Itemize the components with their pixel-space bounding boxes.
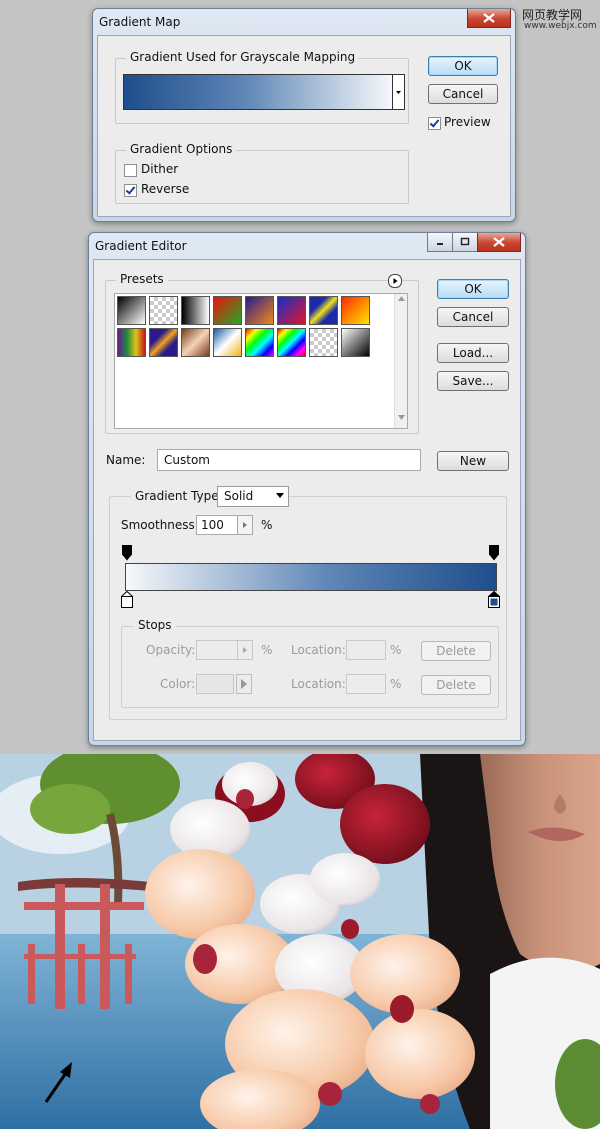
gradient-type-value: Solid — [224, 489, 254, 503]
load-button[interactable]: Load... — [437, 343, 509, 363]
scroll-up-icon — [398, 296, 405, 301]
collage-photo — [0, 754, 600, 1129]
preset-swatch[interactable] — [245, 328, 274, 357]
close-button[interactable] — [477, 233, 521, 252]
opacity-label: Opacity: — [146, 643, 196, 657]
stops-label: Stops — [134, 618, 176, 632]
preset-swatch[interactable] — [181, 296, 210, 325]
gradient-map-client: Gradient Used for Grayscale Mapping Grad… — [97, 35, 511, 217]
gradient-bar[interactable] — [125, 563, 497, 591]
gradient-options-label: Gradient Options — [126, 142, 237, 156]
scroll-down-icon — [398, 415, 405, 420]
preset-swatch[interactable] — [149, 296, 178, 325]
presets-list — [114, 293, 408, 429]
reverse-label: Reverse — [141, 182, 190, 196]
preset-swatch[interactable] — [117, 328, 146, 357]
opacity-stepper[interactable] — [237, 640, 253, 660]
minimize-button[interactable] — [427, 233, 453, 252]
color-label: Color: — [160, 677, 196, 691]
gradient-type-select[interactable]: Solid — [217, 486, 289, 507]
gradient-map-window: Gradient Map Gradient Used for Grayscale… — [92, 8, 516, 222]
ok-button[interactable]: OK — [437, 279, 509, 299]
reverse-checkbox[interactable] — [124, 184, 137, 197]
opacity-location-label: Location: — [291, 643, 346, 657]
close-button[interactable] — [467, 9, 511, 28]
opacity-location-input[interactable] — [346, 640, 386, 660]
preset-swatch[interactable] — [213, 328, 242, 357]
opacity-stop-left[interactable] — [122, 545, 132, 561]
chevron-down-icon — [396, 91, 401, 94]
cancel-button[interactable]: Cancel — [428, 84, 498, 104]
preset-swatch[interactable] — [341, 328, 370, 357]
smoothness-percent: % — [261, 518, 273, 532]
minimize-icon — [437, 243, 443, 245]
gradient-preview[interactable] — [123, 74, 393, 110]
color-swatch-menu[interactable] — [236, 674, 252, 694]
preview-checkbox[interactable] — [428, 117, 441, 130]
preset-swatch[interactable] — [149, 328, 178, 357]
gradient-type-label: Gradient Type: — [131, 489, 227, 503]
preset-swatch[interactable] — [245, 296, 274, 325]
preset-swatch[interactable] — [181, 328, 210, 357]
dither-label: Dither — [141, 162, 179, 176]
name-input[interactable]: Custom — [157, 449, 421, 471]
presets-group: Presets — [105, 272, 419, 434]
arrow-right-icon — [243, 522, 247, 528]
color-location-label: Location: — [291, 677, 346, 691]
preset-swatch[interactable] — [309, 296, 338, 325]
chevron-down-icon — [276, 493, 284, 498]
gradient-type-group: Gradient Type: Solid Smoothness: 100 % S… — [109, 486, 507, 720]
cancel-button[interactable]: Cancel — [437, 307, 509, 327]
gradient-dropdown-button[interactable] — [393, 74, 405, 110]
arrow-right-icon — [243, 647, 247, 653]
preset-swatch[interactable] — [277, 296, 306, 325]
color-stop-right[interactable] — [488, 591, 500, 608]
delete-color-stop-button[interactable]: Delete — [421, 675, 491, 695]
color-location-input[interactable] — [346, 674, 386, 694]
opacity-percent: % — [261, 643, 273, 657]
gradient-map-title: Gradient Map — [99, 15, 181, 29]
arrow-right-icon — [241, 679, 247, 689]
close-icon — [493, 237, 505, 247]
opacity-input[interactable] — [196, 640, 238, 660]
preset-swatch[interactable] — [213, 296, 242, 325]
color-swatch[interactable] — [196, 674, 234, 694]
preset-swatch[interactable] — [341, 296, 370, 325]
gradient-options-group: Gradient Options Dither Reverse — [115, 142, 409, 204]
opacity-location-percent: % — [390, 643, 402, 657]
smoothness-input[interactable]: 100 — [196, 515, 238, 535]
gradient-editor-client: Presets OK Cancel Load... Save... Name: … — [93, 259, 521, 741]
preset-swatch[interactable] — [309, 328, 338, 357]
presets-scrollbar[interactable] — [394, 294, 407, 428]
delete-opacity-stop-button[interactable]: Delete — [421, 641, 491, 661]
preset-swatch[interactable] — [277, 328, 306, 357]
gradient-editor-window: Gradient Editor Presets OK Cancel Load..… — [88, 232, 526, 746]
gradient-group: Gradient Used for Grayscale Mapping — [115, 50, 409, 124]
collage-image — [0, 754, 600, 1129]
arrow-right-icon — [393, 278, 398, 284]
preset-swatch[interactable] — [117, 296, 146, 325]
stops-group: Stops Opacity: % Location: % Delete Colo… — [121, 618, 499, 708]
new-button[interactable]: New — [437, 451, 509, 471]
name-label: Name: — [106, 453, 146, 467]
smoothness-label: Smoothness: — [121, 518, 199, 532]
maximize-icon — [460, 237, 470, 246]
gradient-group-label: Gradient Used for Grayscale Mapping — [126, 50, 360, 64]
preview-label: Preview — [444, 115, 491, 129]
close-icon — [483, 13, 495, 23]
presets-label: Presets — [116, 272, 168, 286]
watermark-line2: www.webjx.com — [524, 21, 597, 31]
color-stop-left[interactable] — [121, 591, 133, 608]
maximize-button[interactable] — [452, 233, 478, 252]
gradient-editor-title: Gradient Editor — [95, 239, 187, 253]
color-location-percent: % — [390, 677, 402, 691]
smoothness-stepper[interactable] — [237, 515, 253, 535]
ok-button[interactable]: OK — [428, 56, 498, 76]
opacity-stop-right[interactable] — [489, 545, 499, 561]
dither-checkbox[interactable] — [124, 164, 137, 177]
save-button[interactable]: Save... — [437, 371, 509, 391]
presets-menu-button[interactable] — [388, 274, 402, 288]
